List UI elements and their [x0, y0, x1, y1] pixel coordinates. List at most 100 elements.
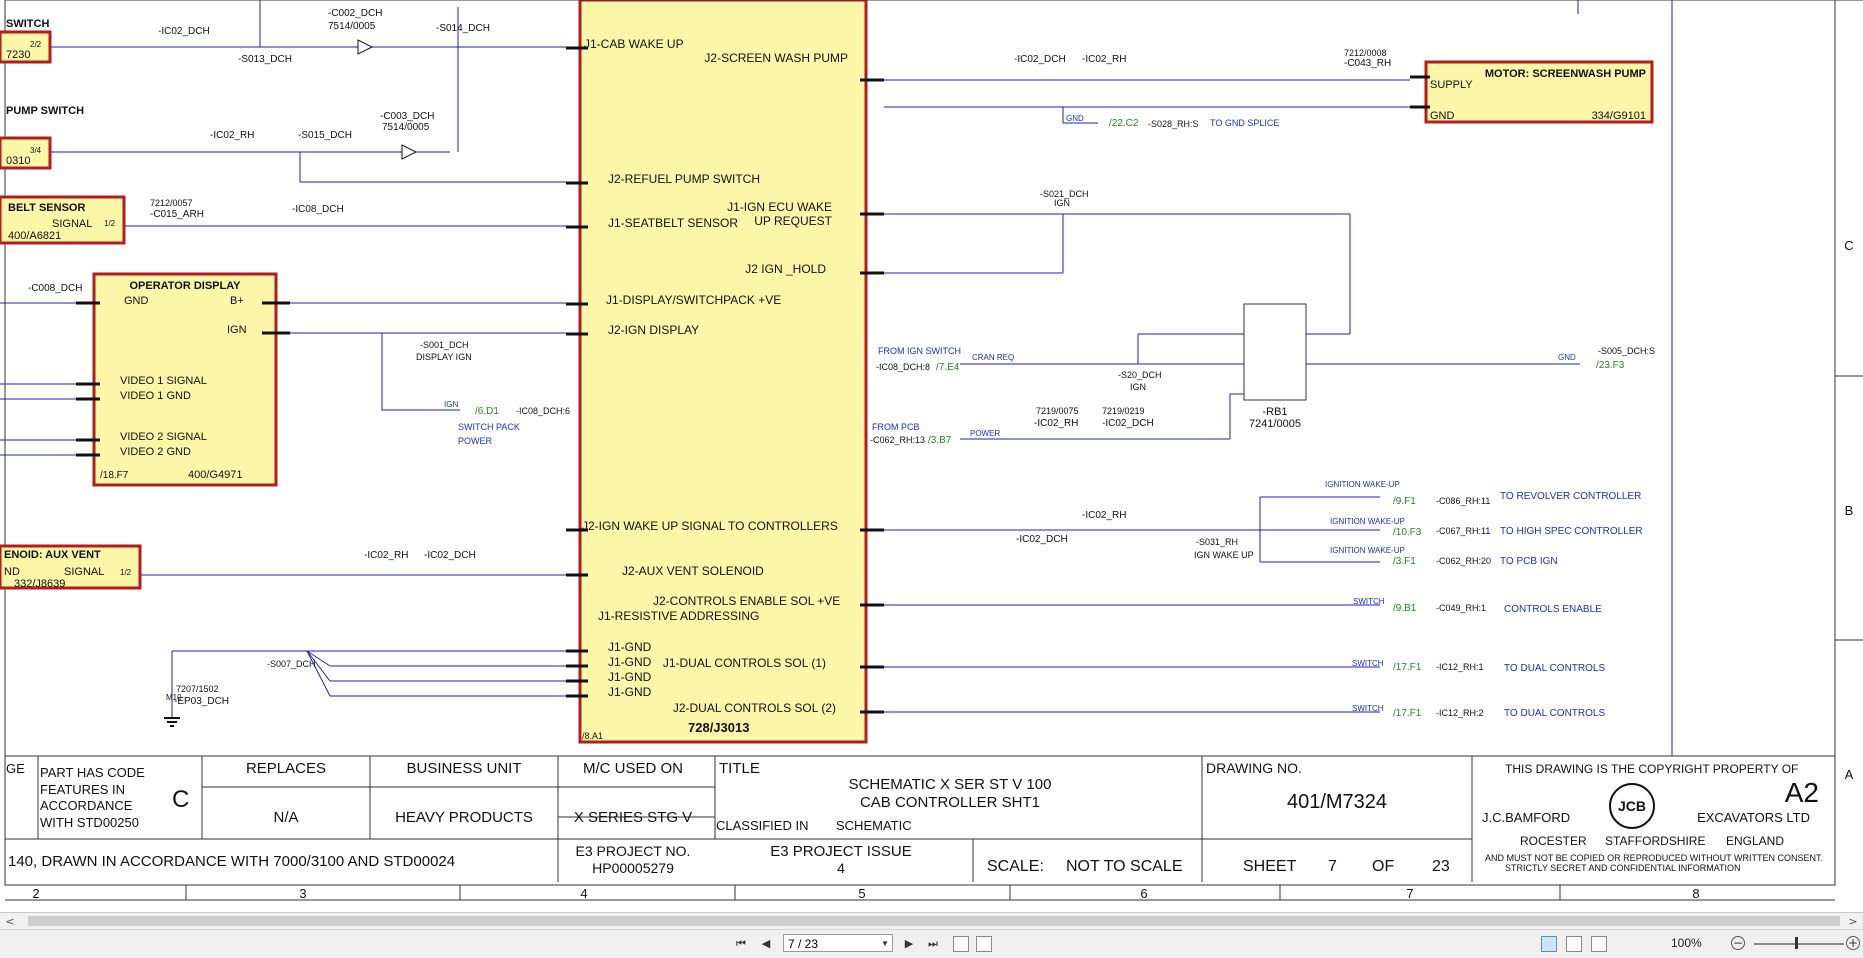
wire-label: TO DUAL CONTROLS: [1504, 663, 1605, 674]
grid-column-label: 8: [1692, 886, 1699, 901]
scroll-right-icon[interactable]: >: [1845, 914, 1861, 929]
relay-rb1: [1243, 303, 1307, 401]
motor-code: 334/G9101: [1592, 110, 1646, 122]
display-code: 400/G4971: [188, 469, 242, 481]
wire-label: -IC02_DCH: [1102, 418, 1154, 429]
wire: [306, 650, 331, 697]
sheet-number: 7: [1328, 858, 1337, 875]
page-number-field[interactable]: 7 / 23 ▼: [783, 934, 893, 952]
of-label: OF: [1372, 858, 1394, 875]
part-code-text: WITH STD00250: [40, 815, 139, 830]
pin-number: 3/4: [30, 146, 42, 155]
part-code-text: ACCORDANCE: [40, 798, 133, 813]
wire-label: /6.D1: [475, 406, 499, 417]
belt-sensor-signal: SIGNAL: [52, 218, 92, 230]
chevron-down-icon[interactable]: ▼: [881, 935, 889, 953]
wire-label: TO DUAL CONTROLS: [1504, 708, 1605, 719]
wire-label: TO GND SPLICE: [1210, 118, 1279, 128]
business-unit-value: HEAVY PRODUCTS: [395, 809, 533, 826]
wire-label: -S005_DCH:S: [1598, 346, 1655, 356]
wire-label: /3.B7: [928, 435, 952, 446]
wire-label: /9.F1: [1393, 496, 1416, 507]
wire-label: -IC02_DCH: [1016, 534, 1068, 545]
wire-label: /23.F3: [1596, 360, 1625, 371]
previous-page-icon[interactable]: ◀: [757, 935, 775, 953]
e3-issue-value: 4: [837, 860, 845, 876]
wire-label: /17.F1: [1393, 708, 1422, 719]
scroll-thumb[interactable]: [28, 916, 1840, 926]
title-header: TITLE: [719, 760, 760, 777]
wire-label: -S001_DCH: [420, 340, 469, 350]
operator-display-title: OPERATOR DISPLAY: [129, 280, 241, 292]
wire-label: SWITCH: [1352, 704, 1384, 713]
zoom-out-icon[interactable]: −: [1731, 936, 1745, 950]
wire-label: DISPLAY IGN: [416, 352, 472, 362]
sheet-size: A2: [1785, 777, 1819, 808]
pdf-viewer: J1-CAB WAKE UP J2-SCREEN WASH PUMP J2-REFU…: [0, 0, 1863, 958]
wire-label: 7212/0057: [150, 198, 193, 208]
wire-label: -C067_RH:11: [1436, 526, 1490, 536]
next-page-icon[interactable]: ▶: [900, 935, 918, 953]
mc-used-value: X SERIES STG V: [574, 809, 692, 826]
pump-switch-title: PUMP SWITCH: [6, 105, 84, 117]
scroll-left-icon[interactable]: <: [2, 914, 18, 929]
grid-column-label: 2: [32, 886, 39, 901]
wire-label: -C049_RH:1: [1436, 603, 1486, 613]
confidential-text: AND MUST NOT BE COPIED OR REPRODUCED WIT…: [1485, 853, 1823, 863]
drawing-subtitle: CAB CONTROLLER SHT1: [860, 794, 1040, 811]
rotate-counterclockwise-icon[interactable]: [976, 936, 992, 952]
zoom-slider-handle[interactable]: [1795, 937, 1798, 949]
wire-label: GND: [1558, 353, 1576, 362]
sheet-total: 23: [1432, 858, 1450, 875]
connector-pin-label: J2-SCREEN WASH PUMP: [704, 51, 848, 65]
grid-column-label: 6: [1140, 886, 1147, 901]
aux-vent-nd: ND: [4, 566, 20, 578]
e3-project-header: E3 PROJECT NO.: [576, 843, 691, 859]
pin-number: 2/2: [30, 40, 42, 49]
wire-label: -S013_DCH: [238, 54, 292, 65]
scale-header: SCALE:: [987, 858, 1044, 875]
zoom-level[interactable]: 100%: [1671, 936, 1702, 950]
wire-label: -S014_DCH: [436, 23, 490, 34]
horizontal-scrollbar[interactable]: < >: [0, 912, 1863, 930]
connector-pin-label: J2-CONTROLS ENABLE SOL +VE: [653, 594, 840, 608]
drawn-in-accordance: 140, DRAWN IN ACCORDANCE WITH 7000/3100 …: [8, 853, 455, 870]
status-toolbar: ⏮ ◀ 7 / 23 ▼ ▶ ⏭ 100% − +: [0, 929, 1863, 958]
pin-number: 1/2: [104, 219, 116, 228]
business-unit-header: BUSINESS UNIT: [406, 760, 521, 777]
connector-pin-label: UP REQUEST: [754, 214, 832, 228]
schematic-sheet: J1-CAB WAKE UP J2-SCREEN WASH PUMP J2-REFU…: [0, 0, 1863, 912]
wire-label: POWER: [970, 429, 1000, 438]
single-page-view-icon[interactable]: [1541, 936, 1557, 952]
display-video1-signal: VIDEO 1 SIGNAL: [120, 375, 207, 387]
wire-label: /22.C2: [1109, 118, 1139, 129]
two-page-view-icon[interactable]: [1591, 936, 1607, 952]
last-page-icon[interactable]: ⏭: [924, 935, 942, 953]
wire-label: 7219/0075: [1036, 406, 1079, 416]
wire-label: -C002_DCH: [328, 8, 382, 19]
wire-label: -IC08_DCH:6: [516, 406, 570, 416]
wire-label: IGN: [1130, 382, 1146, 392]
scale-value: NOT TO SCALE: [1066, 858, 1182, 875]
wire-label: -IC02_DCH: [158, 26, 210, 37]
wire-label: /3.F1: [1393, 556, 1416, 567]
replaces-header: REPLACES: [246, 760, 326, 777]
schematic-diagram: J1-CAB WAKE UP J2-SCREEN WASH PUMP J2-REFU…: [0, 0, 1863, 901]
connector-pin-label: J1-IGN ECU WAKE: [727, 200, 832, 214]
wire-label: -IC08_DCH: [292, 204, 344, 215]
rotate-clockwise-icon[interactable]: [953, 936, 969, 952]
classified-value: SCHEMATIC: [836, 818, 912, 833]
continuous-view-icon[interactable]: [1566, 936, 1582, 952]
aux-vent-title: ENOID: AUX VENT: [4, 549, 101, 561]
display-gnd-label: GND: [124, 295, 149, 307]
first-page-icon[interactable]: ⏮: [732, 935, 750, 953]
wire-label: -C062_RH:13: [870, 435, 925, 445]
zoom-in-icon[interactable]: +: [1846, 936, 1860, 950]
wire-label: POWER: [458, 436, 493, 446]
grid-column-label: 5: [858, 886, 865, 901]
address-line: STAFFORDSHIRE: [1605, 834, 1705, 848]
connector-pin-label: J1-DISPLAY/SWITCHPACK +VE: [606, 293, 781, 307]
wire-label: M10: [166, 693, 182, 702]
wire-label: -IC02_RH: [1082, 54, 1126, 65]
zoom-slider[interactable]: [1754, 943, 1844, 945]
